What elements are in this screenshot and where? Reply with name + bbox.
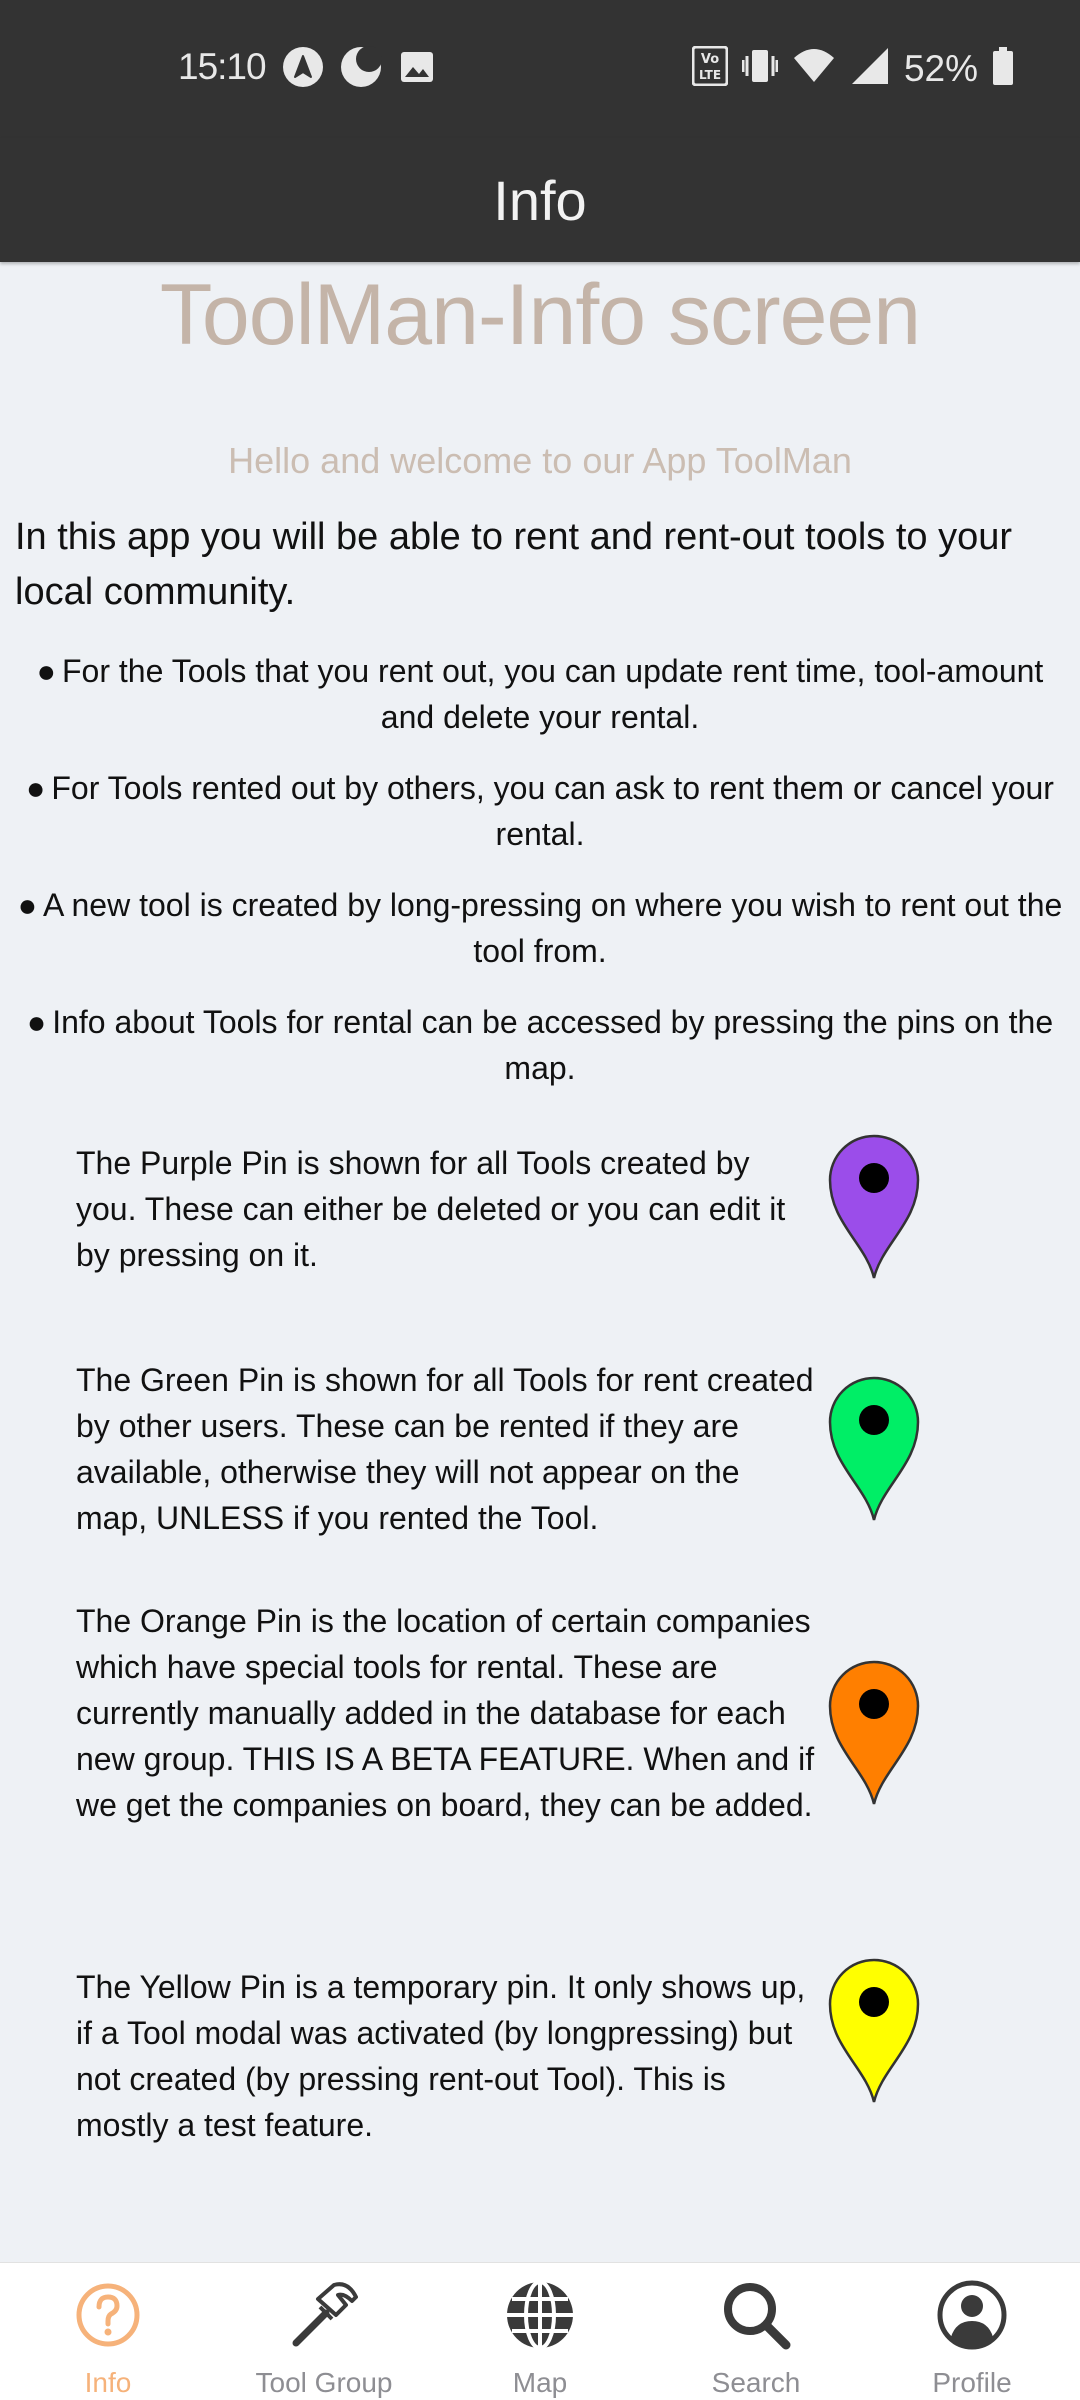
bullet-text: Info about Tools for rental can be acces…: [52, 1004, 1054, 1086]
tab-tool-group[interactable]: Tool Group: [216, 2263, 432, 2400]
welcome-text: Hello and welcome to our App ToolMan: [228, 440, 852, 481]
tab-label: Profile: [932, 2367, 1012, 2398]
tab-label: Tool Group: [255, 2367, 393, 2398]
orange-pin-description: The Orange Pin is the location of certai…: [76, 1603, 815, 1823]
bullet-dot: ●: [26, 1004, 47, 1040]
hammer-icon: [292, 2282, 358, 2347]
image-icon: [398, 48, 436, 91]
orange-pin-icon: [828, 1660, 920, 1805]
svg-text:LTE: LTE: [699, 68, 721, 82]
search-icon: [724, 2283, 791, 2350]
intro-text: In this app you will be able to rent and…: [15, 516, 1013, 613]
bullet-item: ● A new tool is created by long-pressing …: [15, 882, 1065, 974]
bullet-item: ● For Tools rented out by others, you can…: [15, 765, 1065, 857]
signal-icon: [850, 46, 890, 91]
bullet-item: ● For the Tools that you rent out, you ca…: [15, 648, 1065, 740]
globe-icon: [507, 2280, 573, 2350]
bullet-text: For the Tools that you rent out, you can…: [62, 653, 1044, 735]
status-system-icons: Vo LTE 52%: [691, 45, 1014, 91]
user-circle-icon: [937, 2280, 1007, 2350]
tab-profile[interactable]: Profile: [864, 2263, 1080, 2400]
status-bar: 15:10 Vo LTE 52%: [0, 0, 1080, 138]
green-pin-description: The Green Pin is shown for all Tools for…: [76, 1362, 814, 1536]
pin-shape: [828, 1376, 920, 1521]
bullet-item: ● Info about Tools for rental can be acce…: [15, 999, 1065, 1091]
pin-shape: [828, 1958, 920, 2103]
tab-label: Search: [711, 2367, 801, 2398]
purple-pin-icon: [828, 1134, 920, 1279]
battery-percentage: 52%: [903, 47, 978, 89]
purple-pin-description: The Purple Pin is shown for all Tools cr…: [76, 1145, 786, 1273]
volte-icon: Vo LTE: [691, 45, 729, 91]
bullet-text: A new tool is created by long-pressing o…: [43, 887, 1063, 969]
bottom-tab-bar: Info Tool Group Map Search Profile: [0, 2262, 1080, 2400]
page-title: ToolMan-Info screen: [159, 267, 921, 363]
pin-shape: [828, 1134, 920, 1279]
bullet-dot: ●: [26, 770, 46, 806]
vibrate-icon: [741, 46, 779, 91]
tab-map[interactable]: Map: [432, 2263, 648, 2400]
question-circle-icon: [76, 2283, 140, 2347]
moon-icon: [340, 46, 382, 93]
battery-icon: [992, 46, 1014, 91]
header-title: Info: [493, 169, 587, 232]
tab-search[interactable]: Search: [648, 2263, 864, 2400]
bullet-dot: ●: [36, 653, 56, 689]
status-time: 15:10: [178, 46, 267, 87]
pin-shape: [828, 1660, 920, 1805]
navigation-arrow-icon: [282, 46, 324, 93]
app-header: Info: [0, 138, 1080, 262]
bullet-text: For Tools rented out by others, you can …: [51, 770, 1054, 852]
svg-text:Vo: Vo: [701, 52, 719, 67]
bullet-dot: ●: [17, 887, 38, 923]
yellow-pin-description: The Yellow Pin is a temporary pin. It on…: [76, 1969, 806, 2143]
status-notification-icons: [282, 46, 436, 93]
tab-label: Info: [84, 2367, 132, 2398]
yellow-pin-icon: [828, 1958, 920, 2103]
tab-info[interactable]: Info: [0, 2263, 216, 2400]
wifi-icon: [792, 46, 836, 91]
green-pin-icon: [828, 1376, 920, 1521]
tab-label: Map: [512, 2367, 568, 2398]
